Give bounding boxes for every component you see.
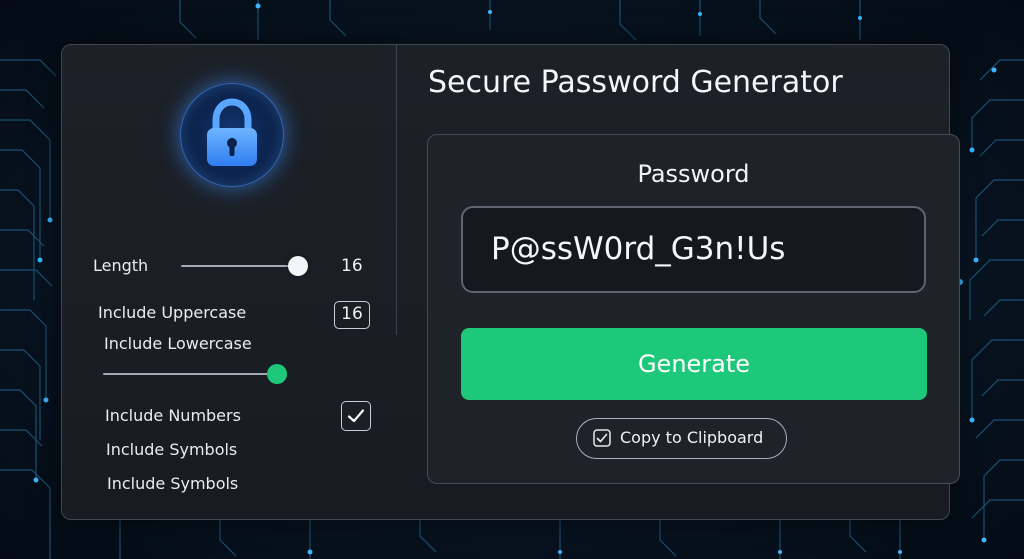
copy-to-clipboard-button[interactable]: Copy to Clipboard [576, 418, 787, 459]
generate-button[interactable]: Generate [461, 328, 927, 400]
length-value: 16 [341, 256, 363, 276]
uppercase-value-box[interactable]: 16 [334, 301, 370, 329]
numbers-label: Include Numbers [105, 406, 241, 425]
length-slider-track[interactable] [181, 265, 304, 267]
length-label: Length [93, 256, 149, 275]
checkmark-icon [347, 409, 365, 423]
symbols-label-secondary: Include Symbols [107, 474, 239, 493]
checkbox-icon [593, 429, 611, 447]
page-title: Secure Password Generator [428, 65, 843, 100]
password-panel: Password P@ssW0rd_G3n!Us Generate Copy t… [427, 134, 960, 484]
password-heading: Password [637, 160, 750, 188]
app-window: Length 16 Include Uppercase 16 Include L… [61, 44, 960, 520]
numbers-checkbox[interactable] [341, 401, 371, 431]
lowercase-slider-track[interactable] [103, 373, 279, 375]
password-field[interactable]: P@ssW0rd_G3n!Us [461, 206, 926, 293]
lock-icon [207, 98, 257, 166]
symbols-label: Include Symbols [106, 440, 238, 459]
uppercase-label: Include Uppercase [98, 303, 247, 322]
lock-badge [180, 83, 284, 187]
lowercase-label: Include Lowercase [104, 334, 252, 353]
lowercase-slider-knob[interactable] [267, 364, 287, 384]
sidebar-divider [396, 45, 397, 335]
length-slider-knob[interactable] [287, 256, 308, 276]
copy-button-label: Copy to Clipboard [620, 428, 764, 447]
